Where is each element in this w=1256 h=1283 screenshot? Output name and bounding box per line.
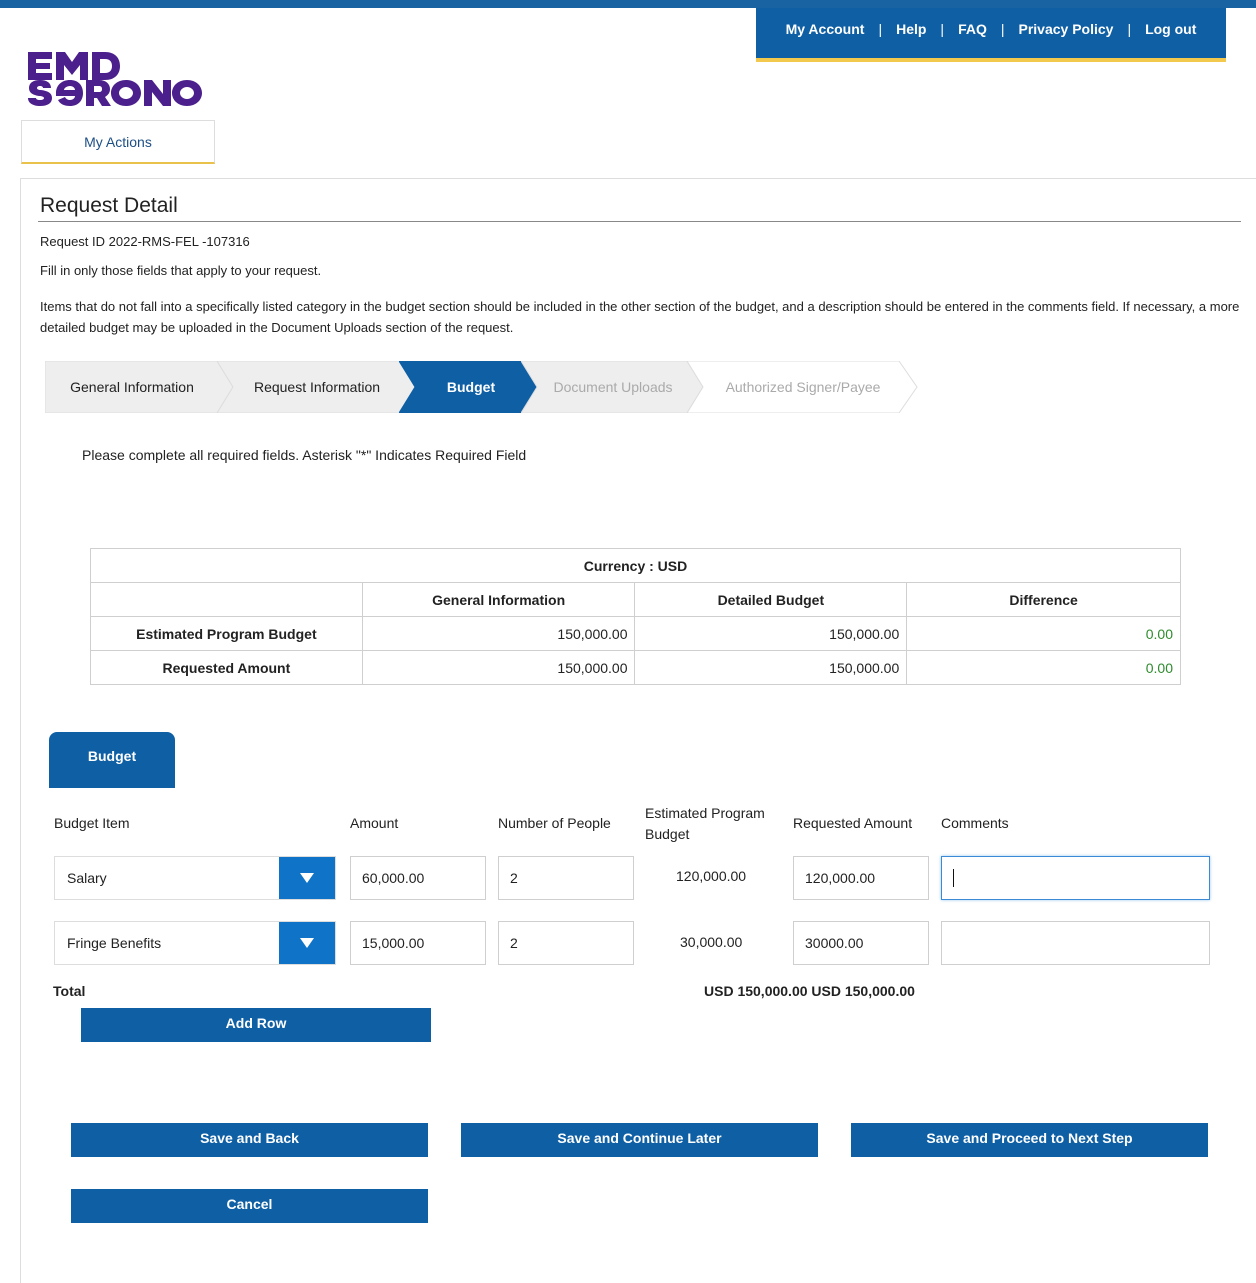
nav-separator: | — [1000, 21, 1005, 37]
requested-amount-input[interactable] — [793, 921, 929, 965]
amount-input[interactable] — [350, 921, 486, 965]
request-id: Request ID 2022-RMS-FEL -107316 — [40, 234, 250, 249]
nav-separator: | — [1127, 21, 1132, 37]
step-label: General Information — [70, 379, 194, 395]
nav-privacy-policy[interactable]: Privacy Policy — [1018, 21, 1113, 37]
budget-instruction: Items that do not fall into a specifical… — [40, 299, 1240, 335]
step-authorized-signer-payee[interactable]: Authorized Signer/Payee — [687, 361, 919, 413]
step-label: Authorized Signer/Payee — [725, 379, 881, 395]
budget-tab[interactable]: Budget — [49, 732, 175, 788]
nav-help[interactable]: Help — [896, 21, 926, 37]
save-and-proceed-button[interactable]: Save and Proceed to Next Step — [851, 1123, 1208, 1157]
detailed-budget-header: Detailed Budget — [634, 582, 908, 617]
step-label: Budget — [446, 379, 496, 395]
empty-header — [90, 582, 363, 617]
nav-log-out[interactable]: Log out — [1145, 21, 1196, 37]
general-value: 150,000.00 — [361, 616, 636, 651]
number-of-people-input[interactable] — [498, 921, 634, 965]
nav-separator: | — [878, 21, 883, 37]
amount-input[interactable] — [350, 856, 486, 900]
table-row: Estimated Program Budget 150,000.00 150,… — [90, 616, 1181, 651]
add-row-button[interactable]: Add Row — [81, 1008, 431, 1042]
row-label: Estimated Program Budget — [90, 616, 363, 651]
budget-item-header: Budget Item — [54, 815, 130, 831]
difference-value: 0.00 — [906, 616, 1181, 651]
chevron-down-icon[interactable] — [279, 857, 335, 899]
detailed-value: 150,000.00 — [634, 616, 908, 651]
step-request-information[interactable]: Request Information — [217, 361, 417, 413]
detailed-value: 150,000.00 — [634, 650, 908, 685]
comments-input[interactable] — [941, 856, 1210, 900]
requested-amount-input[interactable] — [793, 856, 929, 900]
selected-value: Fringe Benefits — [67, 935, 162, 951]
row-label: Requested Amount — [90, 650, 363, 685]
top-navigation: My Account | Help | FAQ | Privacy Policy… — [756, 8, 1226, 62]
general-value: 150,000.00 — [361, 650, 636, 685]
estimated-program-budget-value: 120,000.00 — [676, 868, 747, 884]
my-actions-tab[interactable]: My Actions — [21, 120, 215, 164]
budget-summary-table: Currency : USD General Information Detai… — [90, 548, 1181, 685]
general-information-header: General Information — [361, 582, 636, 617]
save-and-continue-later-button[interactable]: Save and Continue Later — [461, 1123, 818, 1157]
estimated-program-budget-header: Estimated Program Budget — [645, 805, 765, 842]
number-of-people-header: Number of People — [498, 815, 611, 831]
fill-instruction: Fill in only those fields that apply to … — [40, 263, 322, 278]
request-detail-panel — [20, 178, 1256, 1283]
estimated-program-budget-value: 30,000.00 — [680, 934, 743, 950]
step-label: Request Information — [253, 379, 381, 395]
title-divider — [38, 221, 1241, 222]
table-row: Requested Amount 150,000.00 150,000.00 0… — [90, 650, 1181, 685]
save-and-back-button[interactable]: Save and Back — [71, 1123, 428, 1157]
requested-amount-header: Requested Amount — [793, 815, 913, 831]
emd-serono-logo[interactable] — [24, 46, 204, 108]
difference-header: Difference — [906, 582, 1181, 617]
comments-input[interactable] — [941, 921, 1210, 965]
page-title: Request Detail — [40, 194, 178, 217]
chevron-down-icon[interactable] — [279, 922, 335, 964]
nav-separator: | — [940, 21, 945, 37]
difference-value: 0.00 — [906, 650, 1181, 685]
step-document-uploads[interactable]: Document Uploads — [521, 361, 705, 413]
step-budget[interactable]: Budget — [399, 361, 539, 413]
comments-header: Comments — [941, 815, 1009, 831]
cancel-button[interactable]: Cancel — [71, 1189, 428, 1223]
selected-value: Salary — [67, 870, 107, 886]
step-general-information[interactable]: General Information — [45, 361, 235, 413]
currency-header: Currency : USD — [90, 548, 1181, 583]
total-label: Total — [53, 983, 86, 999]
nav-faq[interactable]: FAQ — [958, 21, 987, 37]
text-cursor — [953, 869, 954, 887]
budget-item-select[interactable]: Salary — [54, 856, 336, 900]
top-accent-bar — [0, 0, 1256, 8]
step-label: Document Uploads — [553, 379, 673, 395]
nav-my-account[interactable]: My Account — [786, 21, 865, 37]
amount-header: Amount — [350, 815, 399, 831]
number-of-people-input[interactable] — [498, 856, 634, 900]
required-fields-note: Please complete all required fields. Ast… — [82, 447, 527, 463]
total-values: USD 150,000.00 USD 150,000.00 — [704, 983, 915, 999]
budget-item-select[interactable]: Fringe Benefits — [54, 921, 336, 965]
